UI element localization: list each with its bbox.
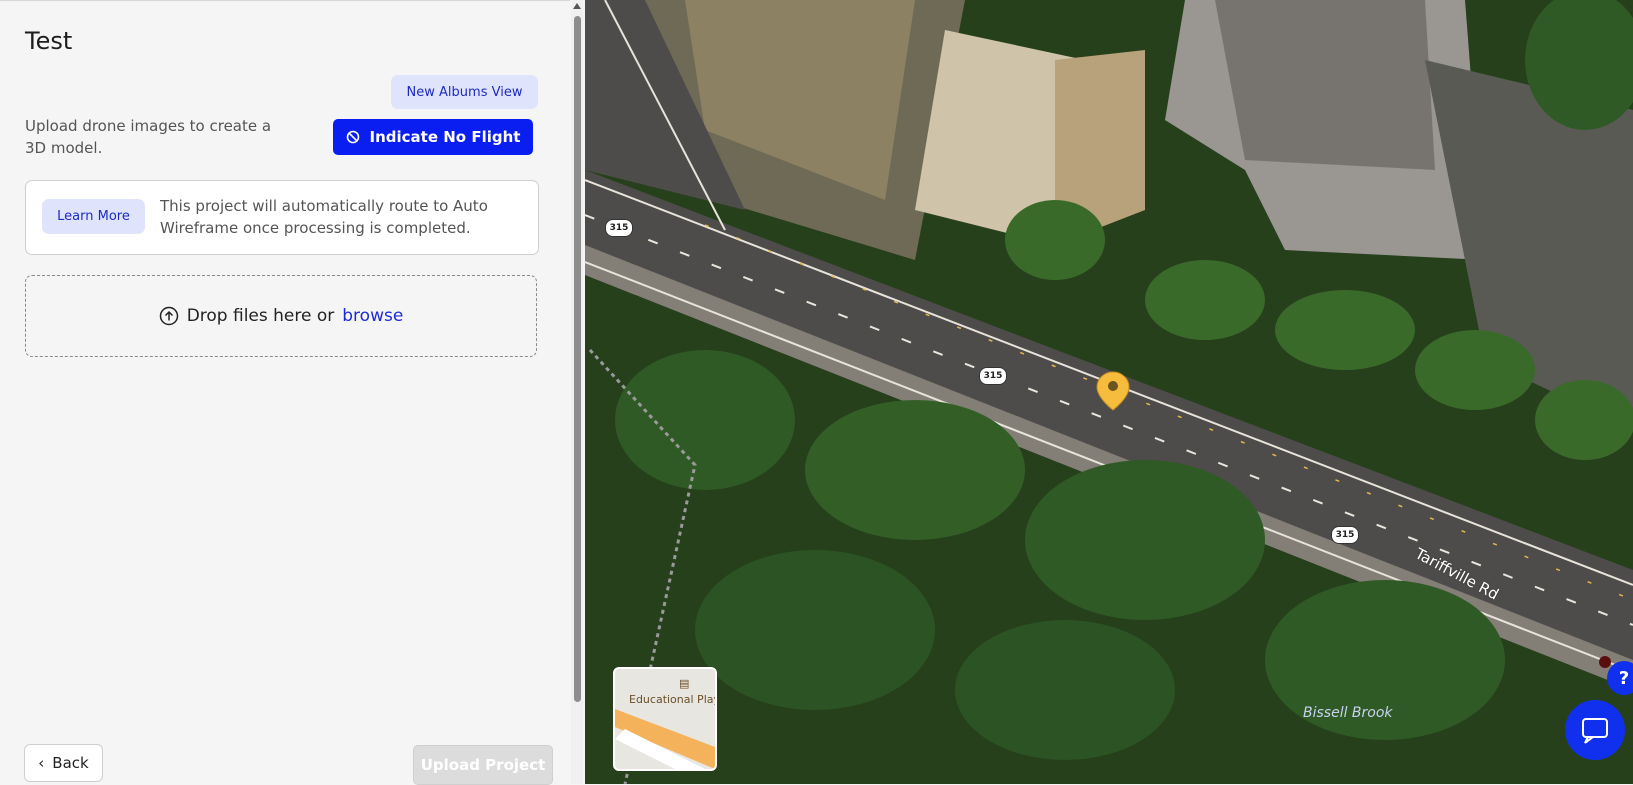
minimap-toggle[interactable]: ▤ Educational Play: [613, 667, 717, 771]
scroll-up-arrow[interactable]: [573, 3, 581, 9]
dropzone-text: Drop files here or: [186, 306, 335, 326]
status-dot: [1599, 656, 1611, 668]
minimap-roads: [615, 709, 715, 769]
page-title: Test: [25, 27, 73, 55]
upload-icon: [159, 306, 178, 326]
indicate-no-flight-button[interactable]: Indicate No Flight: [333, 119, 533, 155]
new-albums-view-button[interactable]: New Albums View: [391, 75, 538, 109]
upload-description: Upload drone images to create a 3D model…: [25, 117, 272, 157]
auto-wireframe-text: This project will automatically route to…: [160, 197, 488, 237]
water-label: Bissell Brook: [1303, 705, 1393, 721]
route-shield: 315: [1331, 526, 1359, 544]
file-dropzone[interactable]: Drop files here or browse: [25, 275, 537, 357]
minimap-place-label: Educational Play: [629, 693, 717, 706]
route-shield: 315: [605, 219, 633, 237]
chat-button[interactable]: [1565, 700, 1625, 760]
chat-icon: [1582, 718, 1608, 744]
browse-link[interactable]: browse: [342, 306, 403, 326]
help-icon[interactable]: ?: [1607, 661, 1633, 695]
playground-icon: ▤: [679, 677, 690, 690]
chevron-left-icon: ‹: [38, 754, 45, 772]
indicate-no-flight-label: Indicate No Flight: [369, 128, 521, 146]
auto-wireframe-info: Learn More This project will automatical…: [25, 180, 539, 255]
learn-more-button[interactable]: Learn More: [42, 199, 145, 234]
back-label: Back: [52, 754, 89, 772]
panel-scrollbar[interactable]: [571, 0, 583, 784]
upload-project-button[interactable]: Upload Project: [413, 745, 553, 785]
project-panel: Test New Albums View Upload drone images…: [0, 0, 570, 785]
scroll-thumb[interactable]: [574, 16, 581, 702]
back-button[interactable]: ‹ Back: [24, 744, 103, 782]
route-shield: 315: [979, 367, 1007, 385]
map-pin-icon[interactable]: [1095, 370, 1131, 412]
satellite-map[interactable]: 315 315 315 Tariffville Rd Bissell Brook…: [585, 0, 1633, 784]
no-flight-icon: [346, 130, 359, 144]
